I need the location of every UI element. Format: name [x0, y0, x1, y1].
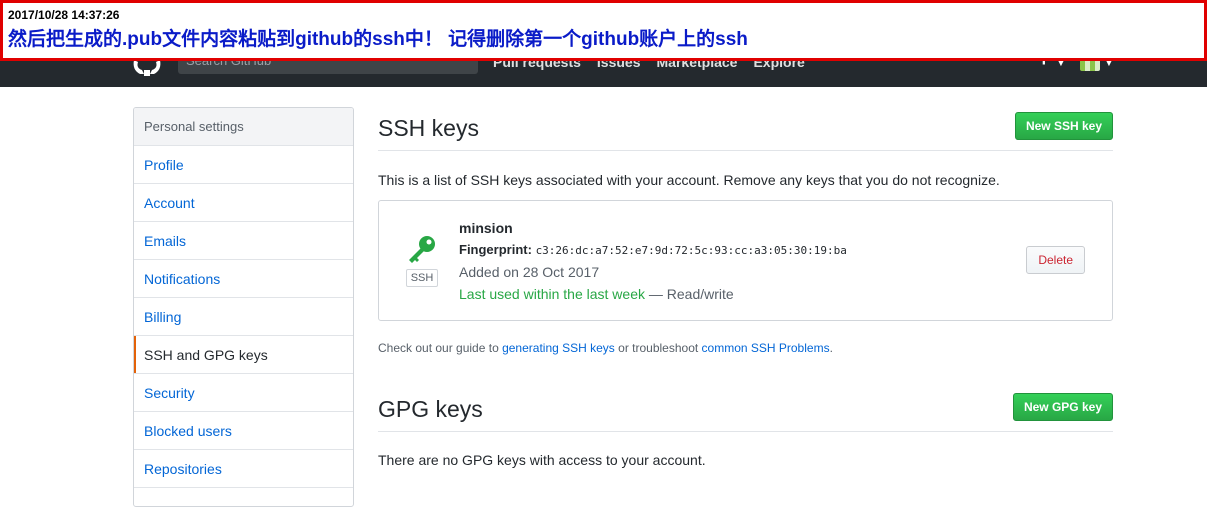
sidebar-item-notifications[interactable]: Notifications — [134, 260, 353, 298]
fingerprint-label: Fingerprint: — [459, 242, 532, 257]
ssh-guide-text: Check out our guide to generating SSH ke… — [378, 341, 1113, 355]
guide-suffix: . — [829, 341, 833, 355]
main-content: SSH keys New SSH key This is a list of S… — [378, 107, 1113, 469]
settings-sidebar: Personal settings Profile Account Emails… — [133, 107, 354, 507]
fingerprint-value: c3:26:dc:a7:52:e7:9d:72:5c:93:cc:a3:05:3… — [535, 244, 847, 257]
access-level: — Read/write — [645, 286, 734, 302]
sidebar-title: Personal settings — [134, 108, 353, 146]
new-gpg-key-button[interactable]: New GPG key — [1012, 393, 1113, 421]
gpg-description: There are no GPG keys with access to you… — [378, 452, 706, 468]
delete-ssh-key-button[interactable]: Delete — [1026, 246, 1085, 274]
gpg-keys-title: GPG keys — [378, 396, 483, 422]
ssh-section-header: SSH keys New SSH key — [378, 107, 1113, 151]
sidebar-item-billing[interactable]: Billing — [134, 298, 353, 336]
ssh-badge: SSH — [406, 269, 438, 287]
sidebar-item-repositories[interactable]: Repositories — [134, 450, 353, 488]
sidebar-item-ssh-gpg-keys[interactable]: SSH and GPG keys — [134, 336, 353, 374]
common-ssh-problems-link[interactable]: common SSH Problems — [702, 341, 830, 355]
ssh-key-fingerprint: Fingerprint: c3:26:dc:a7:52:e7:9d:72:5c:… — [459, 242, 847, 259]
sidebar-item-account[interactable]: Account — [134, 184, 353, 222]
sidebar-item-emails[interactable]: Emails — [134, 222, 353, 260]
sidebar-item-blocked-users[interactable]: Blocked users — [134, 412, 353, 450]
sidebar-item-security[interactable]: Security — [134, 374, 353, 412]
annotation-banner: 2017/10/28 14:37:26 然后把生成的.pub文件内容粘贴到git… — [0, 0, 1207, 61]
ssh-key-title: minsion — [459, 220, 513, 236]
new-ssh-key-button[interactable]: New SSH key — [1014, 112, 1113, 140]
guide-middle: or troubleshoot — [614, 341, 702, 355]
last-used-text: Last used within the last week — [459, 286, 645, 302]
key-icon — [409, 236, 435, 263]
annotation-message: 然后把生成的.pub文件内容粘贴到github的ssh中！ 记得删除第一个git… — [8, 29, 748, 50]
annotation-timestamp: 2017/10/28 14:37:26 — [8, 8, 120, 22]
ssh-key-item: SSH minsion Fingerprint: c3:26:dc:a7:52:… — [378, 200, 1113, 321]
ssh-description: This is a list of SSH keys associated wi… — [378, 172, 1000, 188]
ssh-key-last-used: Last used within the last week — Read/wr… — [459, 286, 734, 302]
guide-prefix: Check out our guide to — [378, 341, 503, 355]
ssh-key-added-date: Added on 28 Oct 2017 — [459, 264, 600, 280]
sidebar-item-profile[interactable]: Profile — [134, 146, 353, 184]
generating-ssh-keys-link[interactable]: generating SSH keys — [502, 341, 615, 355]
ssh-keys-title: SSH keys — [378, 115, 479, 141]
gpg-section-header: GPG keys New GPG key — [378, 388, 1113, 432]
